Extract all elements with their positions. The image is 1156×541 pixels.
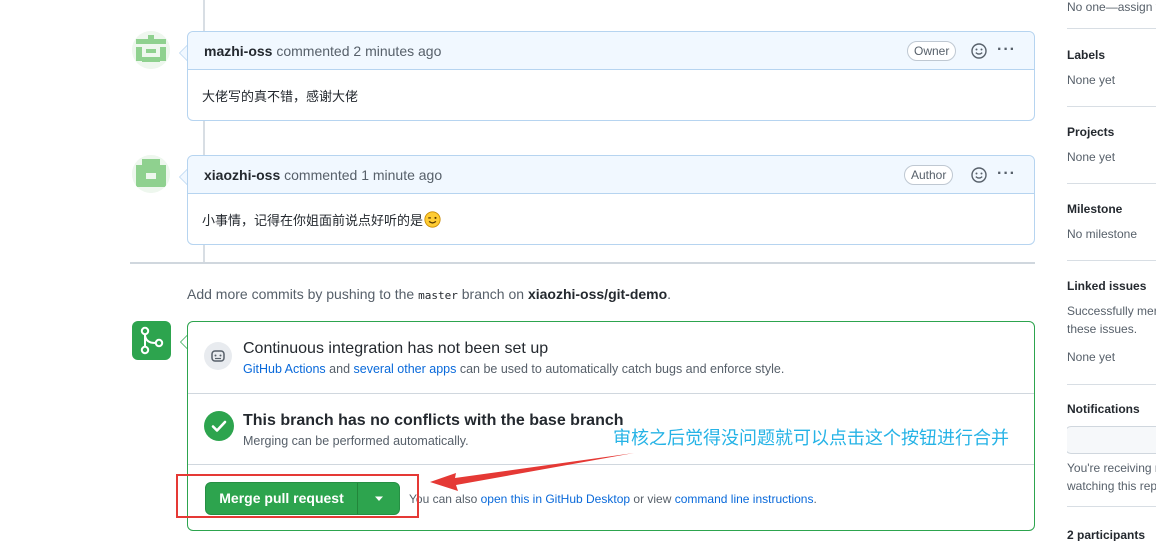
subscribe-button[interactable] <box>1067 426 1156 454</box>
branch-name: master <box>418 289 458 302</box>
ci-subtitle: GitHub Actions and several other apps ca… <box>243 362 784 376</box>
projects-value: None yet <box>1067 150 1116 164</box>
merge-alt-middle: or view <box>633 492 672 506</box>
push-note-prefix: Add more commits by pushing to the <box>187 286 415 302</box>
other-apps-link[interactable]: several other apps <box>354 362 457 376</box>
labels-value: None yet <box>1067 73 1116 87</box>
comment-header: xiaozhi-oss commented 1 minute ago Autho… <box>179 156 1034 194</box>
milestone-title[interactable]: Milestone <box>1067 202 1156 216</box>
command-line-link[interactable]: command line instructions <box>675 492 814 506</box>
merge-box-divider <box>188 464 1034 465</box>
avatar[interactable] <box>132 31 170 69</box>
merge-alt-prefix: You can also <box>409 492 478 506</box>
notifications-text: You're receiving n <box>1067 461 1156 475</box>
push-note-middle: branch on <box>461 286 525 302</box>
push-note-suffix: . <box>667 286 672 302</box>
ci-title: Continuous integration has not been set … <box>243 340 549 357</box>
wink-emoji-icon <box>424 211 441 228</box>
github-desktop-link[interactable]: open this in GitHub Desktop <box>481 492 630 506</box>
milestone-value: No milestone <box>1067 227 1138 241</box>
comment-header: mazhi-oss commented 2 minutes ago Owner … <box>179 32 1034 70</box>
timeline-line <box>203 245 205 262</box>
timeline-line <box>203 121 205 155</box>
merge-box-divider <box>188 393 1034 394</box>
check-circle-icon <box>204 411 234 441</box>
linked-issues-text: Successfully merg <box>1067 304 1156 318</box>
ci-rest: can be used to automatically catch bugs … <box>459 362 785 376</box>
ci-and: and <box>329 362 351 376</box>
comment: xiaozhi-oss commented 1 minute ago Autho… <box>179 155 1035 245</box>
projects-title[interactable]: Projects <box>1067 125 1156 139</box>
comment-action: commented <box>284 167 358 183</box>
role-badge: Author <box>904 165 954 185</box>
comment: mazhi-oss commented 2 minutes ago Owner … <box>179 31 1035 121</box>
robot-icon <box>204 342 232 370</box>
avatar[interactable] <box>132 155 170 193</box>
participants-title: 2 participants <box>1067 528 1146 541</box>
role-badge: Owner <box>907 41 957 61</box>
kebab-menu-icon[interactable]: ··· <box>997 165 1016 183</box>
comment-action: commented <box>276 43 350 59</box>
notifications-title: Notifications <box>1067 402 1140 416</box>
timeline-divider <box>130 262 1035 264</box>
sidebar: No one—assign y Labels None yet Projects… <box>1067 0 1156 541</box>
github-actions-link[interactable]: GitHub Actions <box>243 362 326 376</box>
push-note: Add more commits by pushing to the maste… <box>187 286 671 302</box>
comment-author[interactable]: mazhi-oss <box>204 43 272 59</box>
comment-body: 大佬写的真不错，感谢大佬 <box>202 90 359 105</box>
smiley-icon[interactable] <box>971 43 987 59</box>
git-merge-icon <box>132 321 171 360</box>
linked-issues-title[interactable]: Linked issues <box>1067 279 1156 293</box>
conflicts-subtitle: Merging can be performed automatically. <box>243 434 469 448</box>
timeline-line <box>203 0 205 32</box>
linked-issues-value: None yet <box>1067 350 1116 364</box>
merge-alternatives: You can also open this in GitHub Desktop… <box>409 492 817 506</box>
comment-text: 小事情，记得在你姐面前说点好听的是 <box>202 214 424 229</box>
linked-issues-text: these issues. <box>1067 322 1138 336</box>
notifications-text: watching this rep <box>1067 479 1156 493</box>
kebab-menu-icon[interactable]: ··· <box>997 41 1016 59</box>
conflicts-title: This branch has no conflicts with the ba… <box>243 412 624 429</box>
comment-author[interactable]: xiaozhi-oss <box>204 167 280 183</box>
smiley-icon[interactable] <box>971 167 987 183</box>
labels-title[interactable]: Labels <box>1067 48 1156 62</box>
comment-time[interactable]: 1 minute ago <box>361 167 442 183</box>
assignees-value[interactable]: No one—assign y <box>1067 0 1156 16</box>
comment-body: 小事情，记得在你姐面前说点好听的是 <box>188 194 1034 245</box>
annotation-text: 审核之后觉得没问题就可以点击这个按钮进行合并 <box>613 428 1009 449</box>
repo-name[interactable]: xiaozhi-oss/git-demo <box>528 286 667 302</box>
highlight-box <box>176 474 419 518</box>
merge-alt-suffix: . <box>813 492 817 506</box>
comment-time[interactable]: 2 minutes ago <box>353 43 441 59</box>
